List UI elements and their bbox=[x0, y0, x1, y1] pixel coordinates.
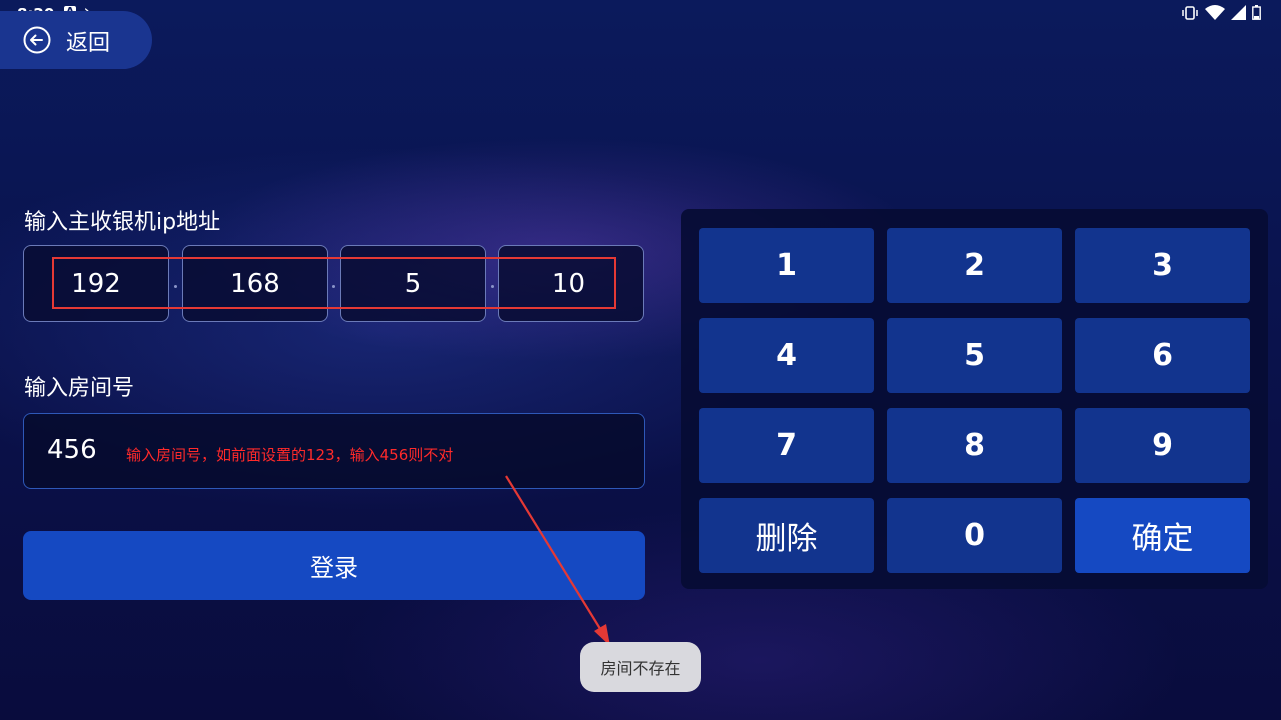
status-bar: 8:20 A ›_ bbox=[0, 0, 1281, 28]
key-9[interactable]: 9 bbox=[1075, 408, 1250, 483]
key-confirm[interactable]: 确定 bbox=[1075, 498, 1250, 573]
signal-icon bbox=[1231, 5, 1246, 20]
battery-icon bbox=[1252, 5, 1261, 20]
numeric-keypad: 1 2 3 4 5 6 7 8 9 删除 0 确定 bbox=[681, 209, 1268, 589]
key-6[interactable]: 6 bbox=[1075, 318, 1250, 393]
toast-message: 房间不存在 bbox=[580, 642, 701, 692]
key-2[interactable]: 2 bbox=[887, 228, 1062, 303]
annotation-highlight-box bbox=[52, 257, 616, 309]
status-right-icons bbox=[1181, 5, 1261, 20]
key-1[interactable]: 1 bbox=[699, 228, 874, 303]
key-4[interactable]: 4 bbox=[699, 318, 874, 393]
key-7[interactable]: 7 bbox=[699, 408, 874, 483]
room-number-value: 456 bbox=[47, 435, 97, 465]
key-3[interactable]: 3 bbox=[1075, 228, 1250, 303]
key-0[interactable]: 0 bbox=[887, 498, 1062, 573]
annotation-note: 输入房间号，如前面设置的123，输入456则不对 bbox=[126, 446, 454, 464]
wifi-icon bbox=[1205, 5, 1225, 20]
back-button[interactable]: 返回 bbox=[0, 11, 152, 69]
key-8[interactable]: 8 bbox=[887, 408, 1062, 483]
key-5[interactable]: 5 bbox=[887, 318, 1062, 393]
back-arrow-icon bbox=[23, 26, 51, 54]
vibrate-icon bbox=[1182, 5, 1198, 20]
room-label: 输入房间号 bbox=[24, 376, 135, 401]
back-label: 返回 bbox=[66, 31, 111, 56]
ip-label: 输入主收银机ip地址 bbox=[24, 210, 221, 235]
login-button[interactable]: 登录 bbox=[23, 531, 645, 600]
key-delete[interactable]: 删除 bbox=[699, 498, 874, 573]
room-number-input[interactable]: 456 输入房间号，如前面设置的123，输入456则不对 bbox=[23, 413, 645, 489]
